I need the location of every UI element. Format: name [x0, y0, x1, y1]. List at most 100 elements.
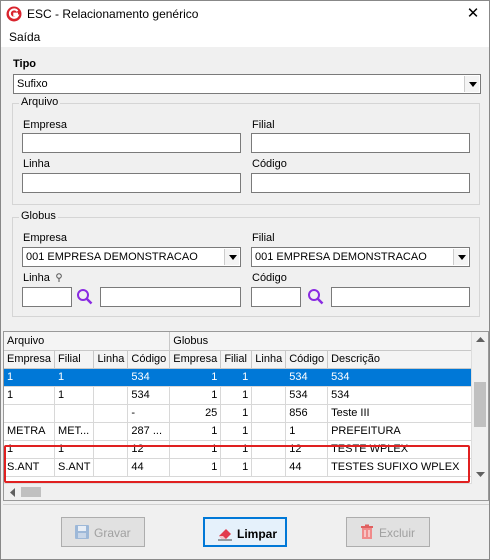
horizontal-scrollbar[interactable] — [4, 483, 472, 500]
table-row[interactable]: 1 1 534 1 1 534 534 — [4, 386, 488, 405]
table-cell[interactable] — [251, 458, 287, 477]
grid-column-header[interactable]: Empresa — [4, 350, 56, 369]
table-row[interactable]: 1 1 534 1 1 534 534 — [4, 368, 488, 387]
table-cell[interactable]: TESTE WPLEX — [327, 440, 488, 459]
table-cell[interactable]: 44 — [127, 458, 171, 477]
table-cell[interactable]: 1 — [169, 440, 222, 459]
table-row[interactable]: 1 1 12 1 1 12 TESTE WPLEX — [4, 440, 488, 459]
table-cell[interactable] — [93, 458, 129, 477]
table-cell[interactable]: 44 — [285, 458, 329, 477]
table-cell[interactable]: 1 — [220, 422, 253, 441]
table-cell[interactable]: 1 — [285, 422, 329, 441]
menu-item-saida[interactable]: Saída — [9, 30, 40, 44]
table-cell[interactable]: 1 — [169, 422, 222, 441]
grid-column-header[interactable]: Linha — [251, 350, 287, 369]
table-cell[interactable]: 534 — [127, 368, 171, 387]
arquivo-filial-input[interactable] — [251, 133, 470, 153]
table-cell[interactable] — [93, 368, 129, 387]
globus-filial-select[interactable]: 001 EMPRESA DEMONSTRACAO — [251, 247, 470, 267]
globus-empresa-select[interactable]: 001 EMPRESA DEMONSTRACAO — [22, 247, 241, 267]
table-cell[interactable]: 12 — [127, 440, 171, 459]
chevron-down-icon[interactable] — [464, 76, 479, 92]
grid-column-header[interactable]: Empresa — [169, 350, 222, 369]
table-cell[interactable]: 534 — [127, 386, 171, 405]
table-cell[interactable]: 12 — [285, 440, 329, 459]
table-cell[interactable] — [54, 404, 95, 423]
table-row[interactable]: METRA MET... 287 ... 1 1 1 PREFEITURA — [4, 422, 488, 441]
arquivo-linha-input[interactable] — [22, 173, 241, 193]
tipo-select[interactable]: Sufixo — [13, 74, 481, 94]
table-cell[interactable]: 1 — [4, 440, 56, 459]
table-cell[interactable]: 1 — [220, 440, 253, 459]
table-cell[interactable]: TESTES SUFIXO WPLEX — [327, 458, 488, 477]
close-button[interactable]: ✕ — [463, 4, 483, 24]
table-cell[interactable]: 1 — [169, 386, 222, 405]
limpar-button[interactable]: Limpar — [203, 517, 287, 547]
table-cell[interactable]: 25 — [169, 404, 222, 423]
grid-column-header[interactable]: Filial — [220, 350, 253, 369]
table-cell[interactable]: 856 — [285, 404, 329, 423]
table-cell[interactable]: - — [127, 404, 171, 423]
vertical-scrollbar[interactable] — [471, 332, 488, 500]
table-cell[interactable]: S.ANT — [54, 458, 95, 477]
table-cell[interactable]: 1 — [220, 368, 253, 387]
table-cell[interactable]: 1 — [220, 458, 253, 477]
title-bar[interactable]: ESC - Relacionamento genérico ✕ — [1, 1, 489, 27]
table-cell[interactable]: 534 — [285, 386, 329, 405]
table-cell[interactable]: 534 — [327, 386, 488, 405]
table-cell[interactable]: MET... — [54, 422, 95, 441]
arquivo-empresa-input[interactable] — [22, 133, 241, 153]
vertical-scroll-thumb[interactable] — [474, 382, 486, 427]
table-cell[interactable] — [93, 422, 129, 441]
table-cell[interactable]: 1 — [169, 458, 222, 477]
grid-column-header[interactable]: Linha — [93, 350, 129, 369]
table-cell[interactable]: 1 — [54, 440, 95, 459]
grid-column-header[interactable]: Código — [285, 350, 329, 369]
arquivo-codigo-input[interactable] — [251, 173, 470, 193]
table-cell[interactable] — [251, 422, 287, 441]
globus-filial-label: Filial — [252, 232, 275, 244]
horizontal-scroll-thumb[interactable] — [21, 487, 41, 497]
table-cell[interactable] — [251, 368, 287, 387]
table-cell[interactable] — [93, 440, 129, 459]
table-cell[interactable] — [251, 404, 287, 423]
globus-linha-input[interactable] — [22, 287, 72, 307]
grid-column-header[interactable]: Descrição — [327, 350, 488, 369]
globus-group-title: Globus — [19, 210, 58, 222]
globus-linha-label: Linha — [23, 272, 63, 284]
search-icon[interactable] — [306, 287, 326, 307]
table-cell[interactable]: 1 — [220, 404, 253, 423]
table-cell[interactable]: 1 — [220, 386, 253, 405]
table-cell[interactable] — [93, 386, 129, 405]
scroll-down-icon[interactable] — [476, 472, 485, 478]
chevron-down-icon[interactable] — [224, 249, 239, 265]
table-cell[interactable] — [251, 386, 287, 405]
table-cell[interactable]: 1 — [54, 386, 95, 405]
table-cell[interactable]: S.ANT — [4, 458, 56, 477]
table-cell[interactable]: Teste III — [327, 404, 488, 423]
table-cell[interactable]: METRA — [4, 422, 56, 441]
chevron-down-icon[interactable] — [453, 249, 468, 265]
excluir-button[interactable]: Excluir — [346, 517, 430, 547]
table-cell[interactable] — [93, 404, 129, 423]
globus-codigo-input[interactable] — [251, 287, 301, 307]
gravar-button[interactable]: Gravar — [61, 517, 145, 547]
table-cell[interactable] — [251, 440, 287, 459]
table-row[interactable]: -25 1 856 Teste III — [4, 404, 488, 423]
table-cell[interactable]: PREFEITURA — [327, 422, 488, 441]
table-cell[interactable]: 1 — [4, 386, 56, 405]
grid-column-header[interactable]: Código — [127, 350, 171, 369]
scroll-up-icon[interactable] — [476, 336, 485, 342]
search-icon[interactable] — [75, 287, 95, 307]
table-cell[interactable]: 1 — [54, 368, 95, 387]
table-cell[interactable]: 534 — [285, 368, 329, 387]
table-cell[interactable]: 1 — [169, 368, 222, 387]
table-cell[interactable] — [4, 404, 56, 423]
scroll-left-icon[interactable] — [9, 488, 15, 497]
table-row[interactable]: S.ANT S.ANT 44 1 1 44 TESTES SUFIXO WPLEX — [4, 458, 488, 477]
relationship-grid[interactable]: Arquivo Globus Empresa Filial Linha Códi… — [3, 331, 489, 501]
table-cell[interactable]: 287 ... — [127, 422, 171, 441]
table-cell[interactable]: 1 — [4, 368, 56, 387]
table-cell[interactable]: 534 — [327, 368, 488, 387]
grid-column-header[interactable]: Filial — [54, 350, 95, 369]
